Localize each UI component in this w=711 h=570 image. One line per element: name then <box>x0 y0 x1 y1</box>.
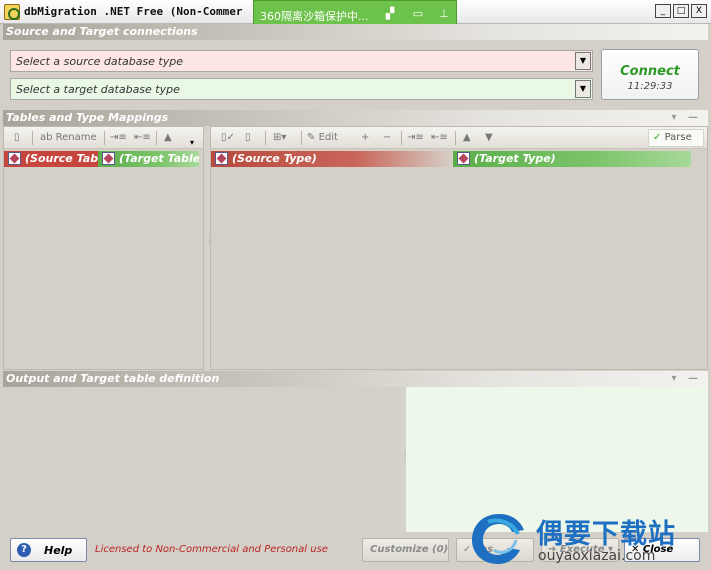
help-button[interactable]: ? Help <box>10 538 87 562</box>
section-controls-icon[interactable]: ▾ — <box>671 110 702 126</box>
watermark: 偶要下载站 ouyaoxiazai.com <box>466 508 711 570</box>
sandbox-overlay-text: 360隔离沙箱保护中... <box>260 10 369 23</box>
chevron-down-icon[interactable]: ▼ <box>575 52 591 70</box>
target-db-placeholder: Select a target database type <box>16 83 180 96</box>
connect-label: Connect <box>620 64 680 79</box>
edit-button[interactable]: ✎ Edit <box>307 130 338 146</box>
customize-button[interactable]: Customize (0) <box>362 538 449 562</box>
indent-icon[interactable]: ⇥≡ <box>110 130 127 146</box>
output-section-title: Output and Target table definition <box>6 372 220 385</box>
close-window-button[interactable]: X <box>691 4 707 18</box>
source-db-select[interactable]: Select a source database type ▼ <box>10 50 593 72</box>
types-panel: ▯✓ ▯ ⊞▾ ✎ Edit + − ⇥≡ ⇤≡ ▲ ▼ ✓ Parse (So… <box>210 126 708 370</box>
minimize-button[interactable]: _ <box>655 4 671 18</box>
target-db-select[interactable]: Select a target database type ▼ <box>10 78 593 100</box>
title-bar: dbMigration .NET Free (Non-Commer 360隔离沙… <box>0 0 711 28</box>
parse-button[interactable]: ✓ Parse <box>648 129 704 147</box>
watermark-title: 偶要下载站 <box>536 519 676 550</box>
document-icon[interactable]: ▯ <box>245 130 251 146</box>
chevron-down-icon[interactable]: ▼ <box>575 80 591 98</box>
source-type-label: (Source Type) <box>232 152 317 165</box>
toolbar-separator <box>301 131 302 145</box>
new-table-icon[interactable]: ▯ <box>14 130 20 146</box>
tables-panel: ▯ ab Rename ⇥≡ ⇤≡ ▲ ▾ (Source Table (Tar… <box>3 126 204 370</box>
check-icon: ✓ <box>653 132 662 143</box>
watermark-url: ouyaoxiazai.com <box>538 548 656 564</box>
remove-icon[interactable]: − <box>383 130 391 146</box>
outdent-icon[interactable]: ⇤≡ <box>431 130 448 146</box>
sandbox-sign-icon[interactable]: ▞ <box>382 7 398 21</box>
table-icon <box>102 152 115 165</box>
help-label: Help <box>44 544 73 557</box>
toolbar-separator <box>104 131 105 145</box>
maximize-button[interactable]: □ <box>673 4 689 18</box>
toolbar-separator <box>265 131 266 145</box>
toolbar-separator <box>401 131 402 145</box>
type-icon <box>215 152 228 165</box>
types-toolbar: ▯✓ ▯ ⊞▾ ✎ Edit + − ⇥≡ ⇤≡ ▲ ▼ ✓ Parse <box>211 127 707 149</box>
app-icon <box>4 4 20 20</box>
target-table-header[interactable]: (Target Table) <box>98 151 199 167</box>
edit-label: Edit <box>318 132 338 143</box>
connect-time: 11:29:33 <box>627 81 673 92</box>
overflow-icon[interactable]: ▾ <box>190 135 194 151</box>
output-section-header: Output and Target table definition ▾ — <box>3 371 708 387</box>
connections-section-header: Source and Target connections <box>3 24 708 40</box>
outdent-icon[interactable]: ⇤≡ <box>134 130 151 146</box>
target-type-header[interactable]: (Target Type) <box>453 151 691 167</box>
source-table-header[interactable]: (Source Table <box>4 151 98 167</box>
move-up-icon[interactable]: ▲ <box>164 130 172 146</box>
mappings-section-header: Tables and Type Mappings ▾ — <box>3 110 708 126</box>
window-controls: _ □ X <box>655 4 707 18</box>
type-icon <box>457 152 470 165</box>
mappings-section-title: Tables and Type Mappings <box>6 111 169 124</box>
output-log-panel[interactable] <box>3 387 400 532</box>
move-down-icon[interactable]: ▼ <box>485 130 493 146</box>
window-title: dbMigration .NET Free (Non-Commer <box>24 5 243 18</box>
source-table-label: (Source Table <box>25 152 98 165</box>
add-icon[interactable]: + <box>361 130 369 146</box>
folder-icon[interactable]: ▭ <box>410 7 426 21</box>
toolbar-separator <box>455 131 456 145</box>
rename-label: Rename <box>55 132 97 143</box>
tables-toolbar: ▯ ab Rename ⇥≡ ⇤≡ ▲ ▾ <box>4 127 203 149</box>
customize-label: Customize (0) <box>370 544 449 555</box>
connections-section-title: Source and Target connections <box>6 25 198 38</box>
toolbar-separator <box>32 131 33 145</box>
target-type-label: (Target Type) <box>474 152 556 165</box>
source-db-placeholder: Select a source database type <box>16 55 184 68</box>
move-up-icon[interactable]: ▲ <box>463 130 471 146</box>
parse-label: Parse <box>664 132 692 143</box>
approve-icon[interactable]: ▯✓ <box>221 130 235 146</box>
target-table-label: (Target Table) <box>119 152 199 165</box>
pin-icon[interactable]: ⊥ <box>436 7 452 21</box>
hierarchy-icon[interactable]: ⊞▾ <box>273 130 286 146</box>
connect-button[interactable]: Connect 11:29:33 <box>601 49 699 100</box>
watermark-logo-icon <box>472 514 524 564</box>
license-text: Licensed to Non-Commercial and Personal … <box>95 544 328 555</box>
section-controls-icon[interactable]: ▾ — <box>671 371 702 387</box>
indent-icon[interactable]: ⇥≡ <box>407 130 424 146</box>
source-type-header[interactable]: (Source Type) <box>211 151 453 167</box>
table-icon <box>8 152 21 165</box>
help-icon: ? <box>17 543 31 557</box>
toolbar-separator <box>156 131 157 145</box>
rename-button[interactable]: ab Rename <box>40 130 97 146</box>
